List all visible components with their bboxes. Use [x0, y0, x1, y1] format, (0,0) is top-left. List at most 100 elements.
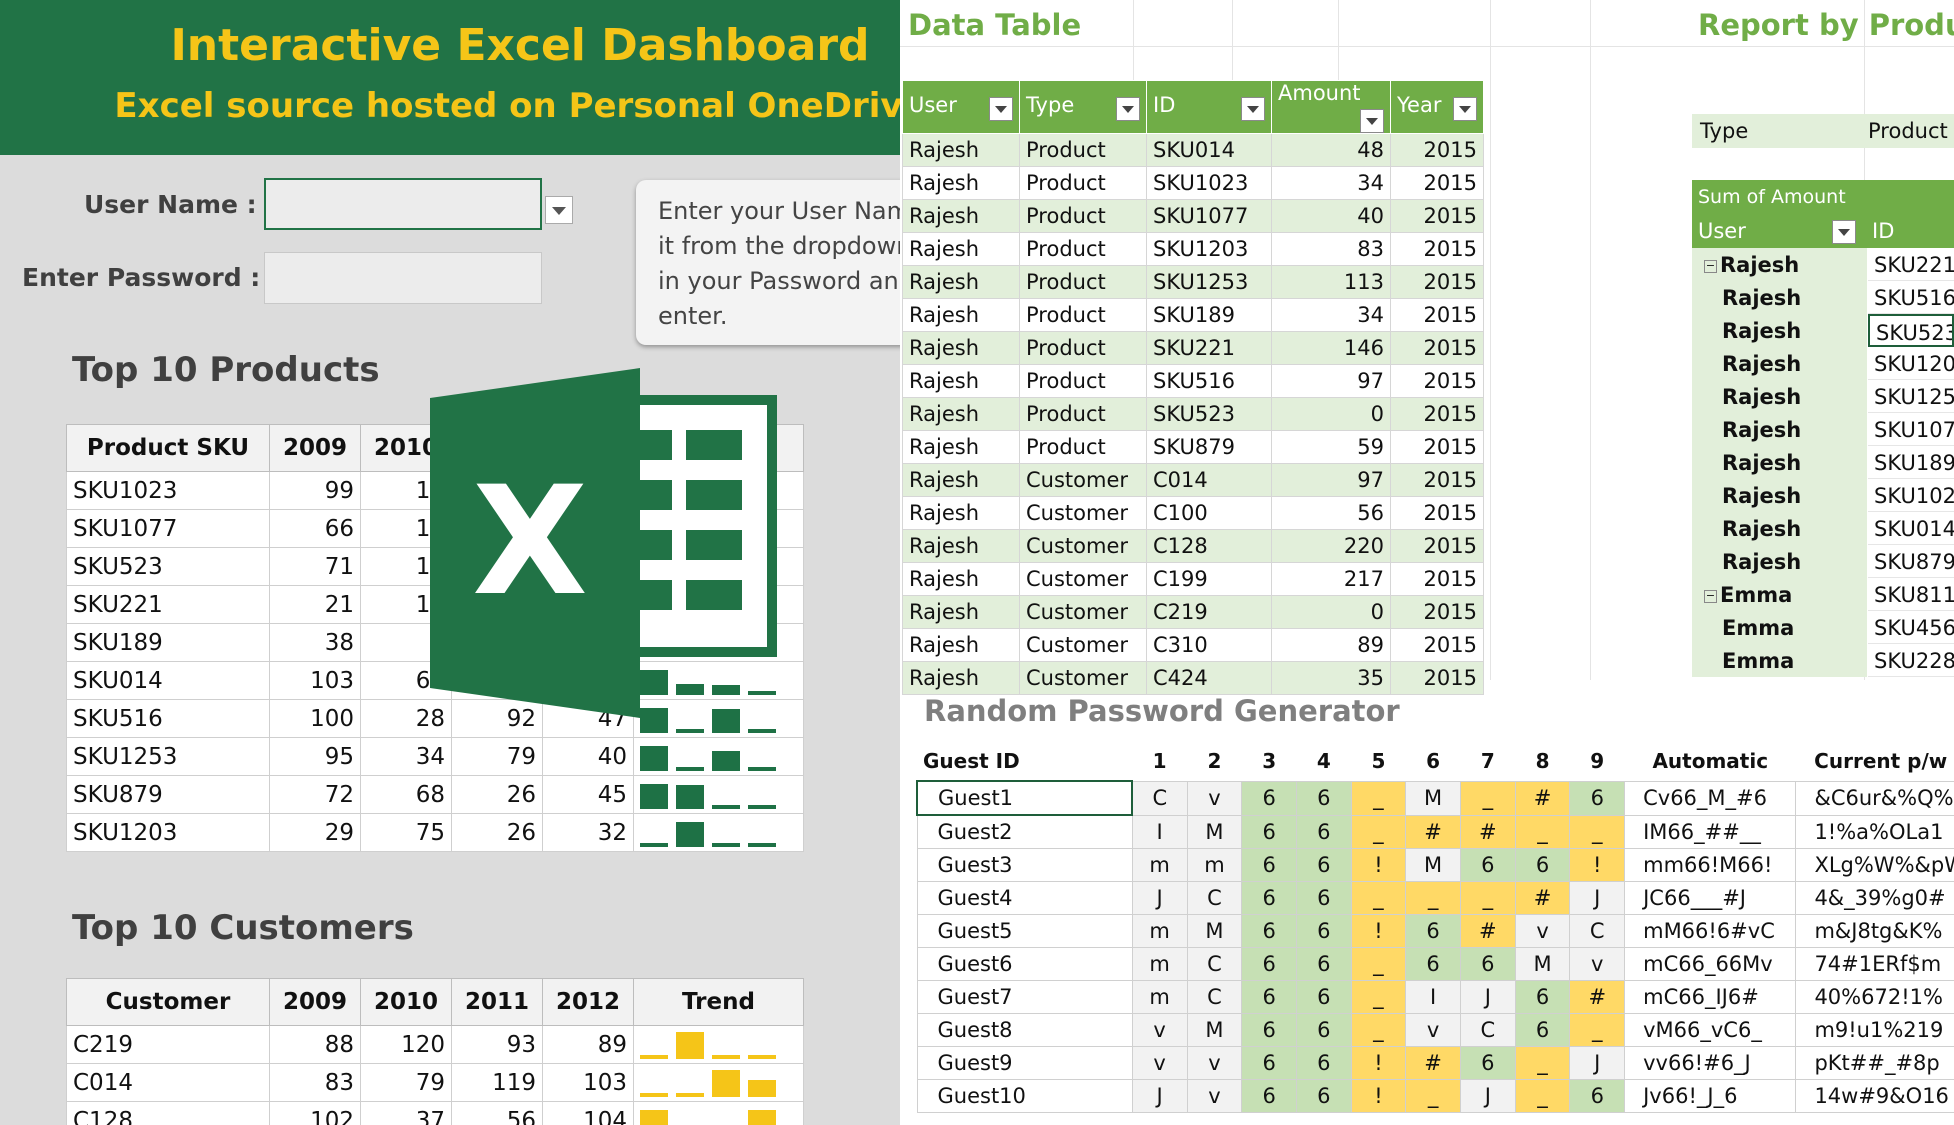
table-cell[interactable]: 146 [1271, 331, 1391, 365]
column-header-year[interactable]: Year [1390, 80, 1484, 134]
password-char-cell[interactable]: 6 [1569, 780, 1626, 816]
table-cell-sku[interactable]: SKU523 [66, 547, 270, 586]
automatic-password-cell[interactable]: mC66_66Mv [1624, 947, 1797, 981]
table-cell[interactable]: SKU1253 [1146, 265, 1272, 299]
report-cell-user[interactable]: Rajesh [1692, 545, 1867, 578]
table-cell[interactable]: Rajesh [902, 232, 1020, 266]
table-cell-y2011[interactable]: 26 [451, 813, 543, 852]
password-char-cell[interactable]: J [1131, 881, 1188, 915]
report-cell-user[interactable]: Rajesh [1692, 314, 1867, 347]
table-cell[interactable]: 2015 [1390, 496, 1484, 530]
table-cell[interactable]: Customer [1019, 628, 1147, 662]
current-password-cell[interactable]: 40%672!1% [1795, 980, 1954, 1014]
automatic-password-cell[interactable]: Cv66_M_#6 [1624, 780, 1797, 816]
table-cell-y2010[interactable]: 34 [360, 737, 452, 776]
filter-dropdown-icon[interactable] [1241, 97, 1265, 121]
password-char-cell[interactable]: C [1186, 980, 1243, 1014]
table-cell[interactable]: 2015 [1390, 298, 1484, 332]
table-cell[interactable]: 34 [1271, 298, 1391, 332]
table-cell[interactable]: 0 [1271, 397, 1391, 431]
current-password-cell[interactable]: 1!%a%OLa1 [1795, 814, 1954, 849]
password-char-cell[interactable]: M [1514, 947, 1571, 981]
table-cell-y2010[interactable]: 120 [360, 1025, 452, 1064]
table-cell-sku[interactable]: SKU189 [66, 623, 270, 662]
password-char-cell[interactable]: # [1459, 814, 1516, 849]
password-char-cell[interactable]: 6 [1241, 814, 1297, 849]
password-char-cell[interactable]: C [1569, 914, 1626, 948]
table-cell-y2011[interactable]: 93 [451, 1025, 543, 1064]
password-char-cell[interactable]: m [1131, 848, 1188, 882]
password-char-cell[interactable]: ! [1350, 1079, 1407, 1113]
password-char-cell[interactable]: _ [1405, 881, 1461, 915]
password-char-cell[interactable]: I [1131, 814, 1188, 849]
table-cell-y2009[interactable]: 66 [269, 509, 361, 548]
table-cell[interactable]: Rajesh [902, 463, 1020, 497]
table-cell[interactable]: Rajesh [902, 199, 1020, 233]
column-header-type[interactable]: Type [1019, 80, 1147, 134]
table-cell-sku[interactable]: SKU516 [66, 699, 270, 738]
table-cell-name[interactable]: C219 [66, 1025, 270, 1064]
table-cell-name[interactable]: C128 [66, 1101, 270, 1125]
table-cell-y2009[interactable]: 103 [269, 661, 361, 700]
password-char-cell[interactable]: 6 [1514, 1013, 1571, 1047]
password-char-cell[interactable]: v [1131, 1046, 1188, 1080]
table-cell[interactable]: 89 [1271, 628, 1391, 662]
table-cell[interactable]: 217 [1271, 562, 1391, 596]
automatic-password-cell[interactable]: JC66___#J [1624, 881, 1797, 915]
table-cell[interactable]: SKU221 [1146, 331, 1272, 365]
password-char-cell[interactable]: # [1405, 814, 1461, 849]
table-cell-y2012[interactable]: 89 [542, 1025, 634, 1064]
password-char-cell[interactable]: 6 [1295, 780, 1352, 816]
password-char-cell[interactable]: C [1186, 881, 1243, 915]
table-cell-y2009[interactable]: 21 [269, 585, 361, 624]
table-cell-y2009[interactable]: 71 [269, 547, 361, 586]
password-char-cell[interactable]: 6 [1295, 1079, 1352, 1113]
column-header-id[interactable]: ID [1146, 80, 1272, 134]
password-char-cell[interactable]: v [1514, 914, 1571, 948]
password-char-cell[interactable]: ! [1350, 848, 1407, 882]
filter-dropdown-icon[interactable] [1360, 109, 1384, 133]
password-char-cell[interactable]: 6 [1241, 780, 1297, 816]
table-cell[interactable]: SKU189 [1146, 298, 1272, 332]
table-cell[interactable]: Rajesh [902, 265, 1020, 299]
password-char-cell[interactable]: 6 [1459, 947, 1516, 981]
password-char-cell[interactable]: 6 [1241, 1046, 1297, 1080]
table-cell[interactable]: C014 [1146, 463, 1272, 497]
password-char-cell[interactable]: 6 [1241, 914, 1297, 948]
password-char-cell[interactable]: 6 [1405, 914, 1461, 948]
password-char-cell[interactable]: m [1131, 914, 1188, 948]
password-char-cell[interactable]: J [1569, 881, 1626, 915]
table-cell[interactable]: Rajesh [902, 529, 1020, 563]
table-cell[interactable]: SKU523 [1146, 397, 1272, 431]
user-name-dropdown-button[interactable] [545, 196, 573, 224]
report-cell-user[interactable]: Rajesh [1692, 446, 1867, 479]
report-cell-id[interactable]: SKU811 [1868, 578, 1954, 611]
table-cell[interactable]: 83 [1271, 232, 1391, 266]
password-char-cell[interactable]: M [1186, 1013, 1243, 1047]
report-cell-id[interactable]: SKU523 [1868, 314, 1954, 347]
password-char-cell[interactable]: I [1405, 980, 1461, 1014]
table-cell[interactable]: 2015 [1390, 199, 1484, 233]
table-cell-y2011[interactable]: 119 [451, 1063, 543, 1102]
table-cell[interactable]: Product [1019, 199, 1147, 233]
report-cell-user[interactable]: Rajesh [1692, 347, 1867, 380]
table-cell[interactable]: 59 [1271, 430, 1391, 464]
table-cell[interactable]: C128 [1146, 529, 1272, 563]
password-char-cell[interactable]: # [1514, 780, 1571, 816]
table-cell[interactable]: 97 [1271, 364, 1391, 398]
password-char-cell[interactable]: _ [1514, 814, 1571, 849]
password-char-cell[interactable]: v [1186, 1079, 1243, 1113]
guest-id-cell[interactable]: Guest1 [915, 780, 1134, 816]
table-cell-y2012[interactable]: 103 [542, 1063, 634, 1102]
password-char-cell[interactable]: 6 [1459, 1046, 1516, 1080]
password-char-cell[interactable]: C [1131, 780, 1188, 816]
table-cell[interactable]: 2015 [1390, 133, 1484, 167]
password-char-cell[interactable]: # [1459, 914, 1516, 948]
report-cell-id[interactable]: SKU1077 [1868, 413, 1954, 446]
table-cell-sku[interactable]: SKU221 [66, 585, 270, 624]
report-cell-id[interactable]: SKU221 [1868, 248, 1954, 281]
table-cell[interactable]: SKU516 [1146, 364, 1272, 398]
password-char-cell[interactable]: 6 [1514, 848, 1571, 882]
table-cell[interactable]: Product [1019, 364, 1147, 398]
table-cell-sku[interactable]: SKU014 [66, 661, 270, 700]
